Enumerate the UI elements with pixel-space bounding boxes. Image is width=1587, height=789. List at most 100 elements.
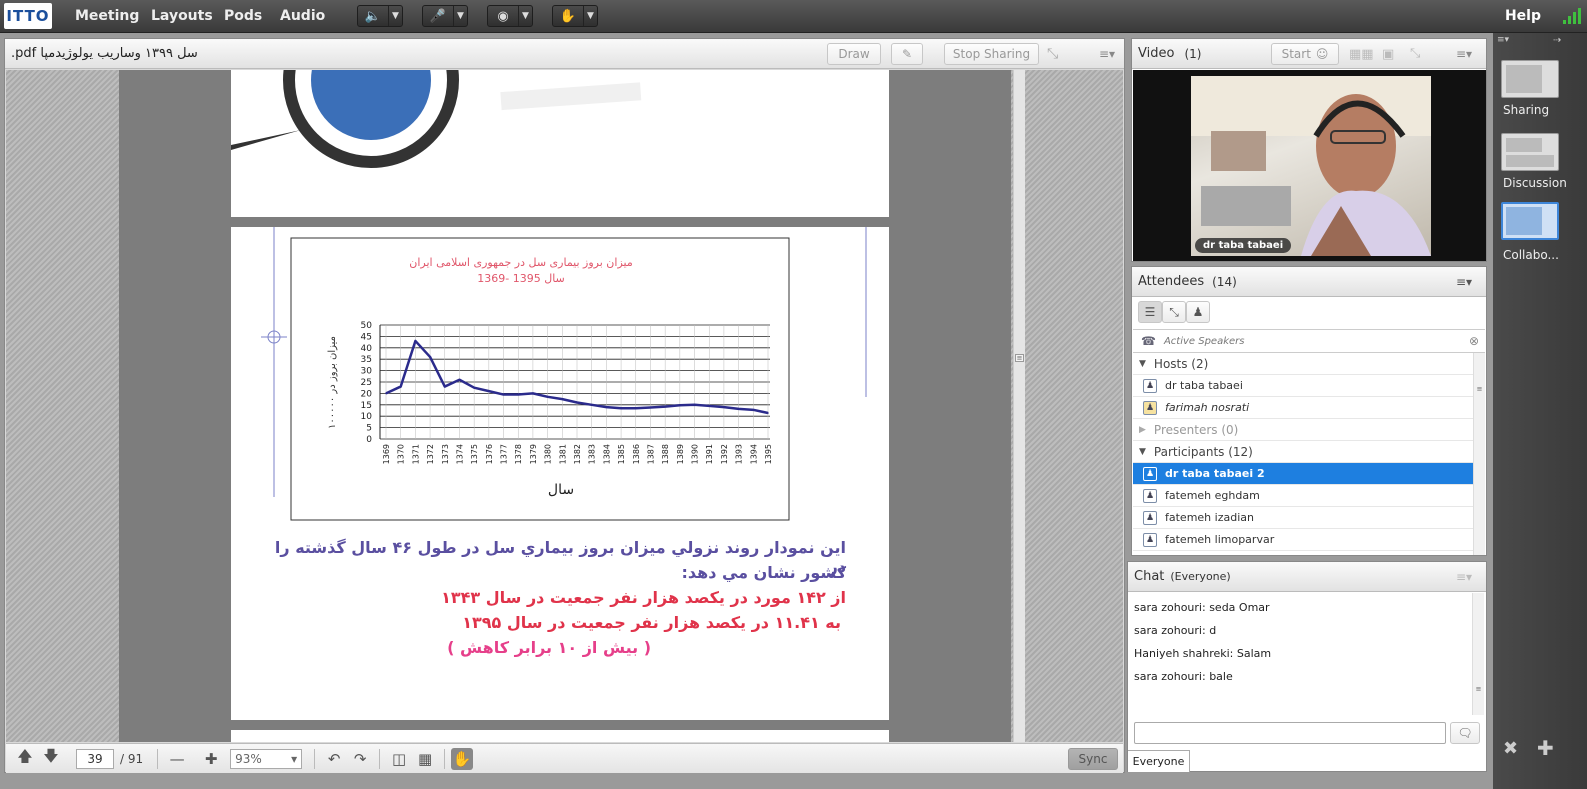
zoom-select[interactable]: 93% ▾ <box>230 748 303 769</box>
fullscreen-icon[interactable]: ⤡ <box>1047 46 1058 62</box>
microphone-icon[interactable]: 🎤 <box>423 6 453 26</box>
vertical-scrollbar[interactable]: ≡ <box>1013 70 1025 742</box>
attendee-name: farimah nosrati <box>1165 401 1250 414</box>
menu-meeting[interactable]: Meeting <box>75 8 139 24</box>
layouts-menu-icon[interactable]: ≡▾ <box>1497 35 1509 45</box>
previous-page-icon[interactable]: 🡅 <box>12 746 38 772</box>
chat-text: bale <box>1209 670 1233 683</box>
menu-help[interactable]: Help <box>1505 8 1541 24</box>
collapse-icon[interactable]: ⇢ <box>1553 35 1561 46</box>
list-item[interactable]: ♟ dr taba tabaei <box>1133 375 1473 397</box>
layout-label[interactable]: Sharing <box>1503 103 1549 117</box>
list-item[interactable]: ♟ fatemeh eghdam <box>1133 485 1473 507</box>
rotate-left-icon[interactable]: ↶ <box>321 746 347 772</box>
video-count: (1) <box>1184 46 1202 61</box>
fit-width-icon[interactable]: ◫ <box>386 746 412 772</box>
x-tick-label: 1371 <box>411 444 420 464</box>
menu-audio[interactable]: Audio <box>280 8 325 24</box>
hand-tool-icon[interactable]: ✋ <box>451 747 474 770</box>
scroll-thumb[interactable]: ≡ <box>1475 385 1484 395</box>
fullscreen-icon[interactable]: ⤡ <box>1410 46 1420 61</box>
rotate-right-icon[interactable]: ↷ <box>347 746 373 772</box>
document-viewer[interactable]: میزان بروز بیماری سل در جمهوری اسلامی ای… <box>6 70 1123 742</box>
filmstrip-view-icon[interactable]: ▣ <box>1382 47 1394 62</box>
menu-pods[interactable]: Pods <box>224 8 262 24</box>
x-tick-label: 1391 <box>705 444 714 464</box>
speaker-control[interactable]: 🔈 ▼ <box>357 5 403 27</box>
expand-icon[interactable]: ▼ <box>1139 359 1146 369</box>
layout-discussion-thumb[interactable] <box>1501 133 1559 171</box>
data-point <box>502 393 505 396</box>
attendee-name: fatemeh limoparvar <box>1165 533 1275 546</box>
y-tick-label: 5 <box>366 424 372 434</box>
group-presenters[interactable]: ▶ Presenters (0) <box>1133 419 1473 441</box>
sync-button[interactable]: Sync <box>1068 748 1118 770</box>
list-item-selected[interactable]: ♟ dr taba tabaei 2 <box>1133 463 1473 485</box>
chat-text: d <box>1209 624 1217 637</box>
pod-menu-icon[interactable]: ≡▾ <box>1456 570 1472 584</box>
annotate-icon[interactable]: ✎ <box>891 43 923 65</box>
pod-menu-icon[interactable]: ≡▾ <box>1456 275 1472 289</box>
chat-sender: sara zohouri: <box>1134 670 1206 683</box>
layout-label[interactable]: Collabo... <box>1503 248 1559 262</box>
page-number-input[interactable]: 39 <box>76 748 114 769</box>
microphone-control[interactable]: 🎤 ▼ <box>422 5 468 27</box>
raise-hand-icon[interactable]: ✋ <box>553 6 583 26</box>
x-tick-label: 1394 <box>749 444 758 464</box>
expand-icon[interactable]: ▶ <box>1139 425 1146 435</box>
x-tick-label: 1393 <box>735 444 744 464</box>
draw-button[interactable]: Draw <box>827 43 881 65</box>
chevron-down-icon[interactable]: ▾ <box>291 750 297 768</box>
list-view-icon[interactable]: ☰ <box>1138 301 1162 323</box>
raise-hand-control[interactable]: ✋ ▼ <box>552 5 598 27</box>
chat-text: Salam <box>1236 647 1272 660</box>
scroll-thumb[interactable]: ≡ <box>1015 354 1024 362</box>
layout-label[interactable]: Discussion <box>1503 176 1567 190</box>
speaker-icon[interactable]: 🔈 <box>358 6 388 26</box>
current-page: میزان بروز بیماری سل در جمهوری اسلامی ای… <box>231 227 889 720</box>
fit-page-icon[interactable]: ▦ <box>412 746 438 772</box>
next-page-icon[interactable]: 🡇 <box>38 746 64 772</box>
close-icon[interactable]: ✖ <box>1503 738 1518 759</box>
data-point <box>488 390 490 392</box>
menu-layouts[interactable]: Layouts <box>151 8 213 24</box>
zoom-in-icon[interactable]: ✚ <box>198 746 224 772</box>
group-participants[interactable]: ▼ Participants (12) <box>1133 441 1473 463</box>
list-item[interactable]: ♟ fatemeh limoparvar <box>1133 529 1473 551</box>
chat-message: sara zohouri: d <box>1134 624 1216 637</box>
stop-sharing-button[interactable]: Stop Sharing <box>944 43 1039 65</box>
webcam-icon[interactable]: ◉ <box>488 6 518 26</box>
breakout-view-icon[interactable]: ⤡ <box>1162 301 1186 323</box>
add-layout-icon[interactable]: ✚ <box>1537 736 1554 760</box>
y-tick-label: 0 <box>366 435 372 445</box>
chevron-down-icon[interactable]: ▼ <box>388 6 402 26</box>
layout-collaboration-thumb[interactable] <box>1501 202 1559 240</box>
scroll-thumb[interactable]: ≡ <box>1474 685 1483 695</box>
grid-view-icon[interactable]: ▦▦ <box>1349 47 1374 62</box>
pod-menu-icon[interactable]: ≡▾ <box>1456 47 1472 61</box>
chevron-down-icon[interactable]: ▼ <box>583 6 597 26</box>
chevron-down-icon[interactable]: ▼ <box>518 6 532 26</box>
layout-sharing-thumb[interactable] <box>1501 60 1559 98</box>
start-video-button[interactable]: Start ☺ <box>1271 43 1339 65</box>
list-item[interactable]: ♟ fatemeh izadian <box>1133 507 1473 529</box>
expand-icon[interactable]: ▼ <box>1139 447 1146 457</box>
participant-icon: ♟ <box>1143 466 1157 481</box>
webcam-control[interactable]: ◉ ▼ <box>487 5 533 27</box>
attendee-scrollbar[interactable]: ≡ <box>1473 353 1485 555</box>
doc-text-line-5: ( بيش از ۱۰ برابر كاهش ) <box>447 638 651 657</box>
chat-scrollbar[interactable]: ≡ <box>1472 593 1484 715</box>
list-item[interactable]: ♟ farimah nosrati <box>1133 397 1473 419</box>
send-message-icon[interactable]: 🗨 <box>1450 722 1480 744</box>
close-icon[interactable]: ⊗ <box>1469 334 1479 348</box>
status-view-icon[interactable]: ♟ <box>1186 301 1210 323</box>
chat-input[interactable] <box>1134 722 1446 744</box>
chevron-down-icon[interactable]: ▼ <box>453 6 467 26</box>
zoom-out-icon[interactable]: — <box>164 746 190 772</box>
data-point <box>767 412 769 414</box>
chat-tab-everyone[interactable]: Everyone <box>1128 750 1190 772</box>
chat-pod: Chat (Everyone) ≡▾ sara zohouri: seda Om… <box>1127 561 1487 772</box>
connection-signal-icon <box>1563 8 1581 24</box>
group-hosts[interactable]: ▼ Hosts (2) <box>1133 353 1473 375</box>
pod-menu-icon[interactable]: ≡▾ <box>1099 47 1115 61</box>
